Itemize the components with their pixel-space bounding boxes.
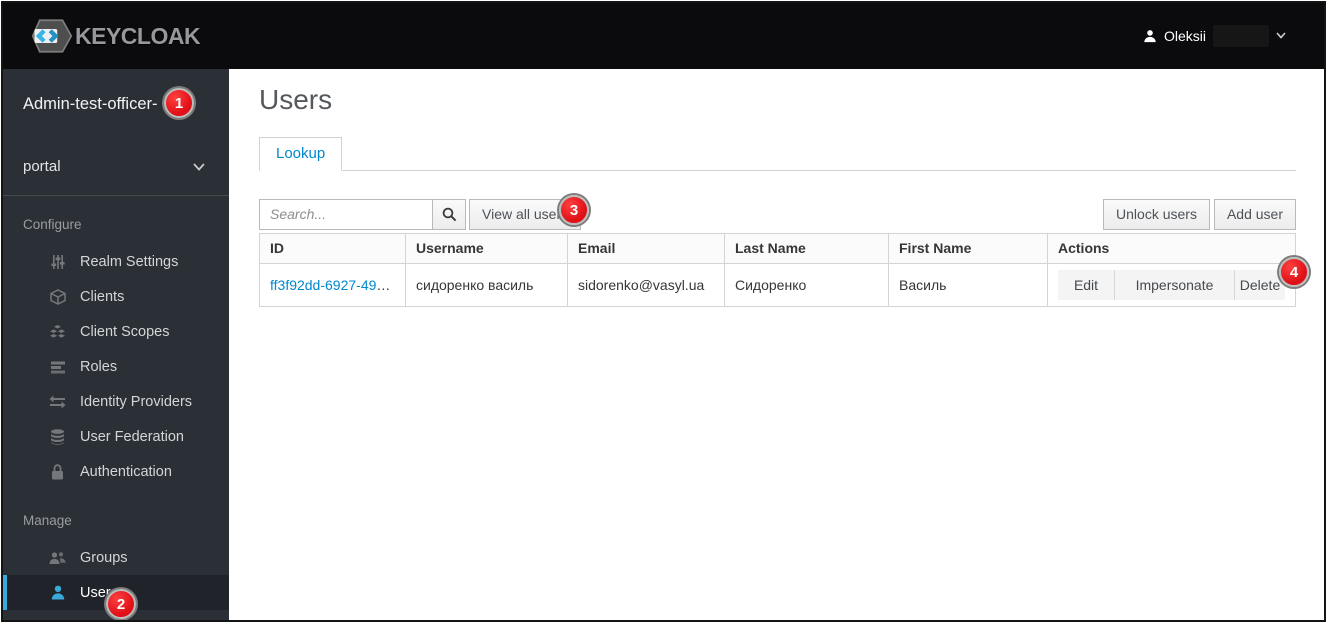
annotation-badge-1: 1 bbox=[164, 88, 194, 118]
keycloak-logo[interactable]: KEYCLOAK bbox=[31, 14, 201, 58]
sidebar-item-client-scopes[interactable]: Client Scopes bbox=[3, 314, 229, 349]
actions-cell: Edit Impersonate Delete bbox=[1047, 262, 1296, 307]
username-cell: сидоренко василь bbox=[405, 262, 568, 307]
search-icon bbox=[442, 207, 457, 222]
search-button[interactable] bbox=[432, 198, 466, 230]
exchange-arrows-icon bbox=[49, 393, 66, 410]
configure-nav: Realm Settings Clients Client Scopes Rol… bbox=[3, 244, 229, 489]
column-header-actions: Actions bbox=[1047, 232, 1296, 264]
sidebar-item-roles[interactable]: Roles bbox=[3, 349, 229, 384]
search-input[interactable] bbox=[259, 198, 433, 230]
email-cell: sidorenko@vasyl.ua bbox=[567, 262, 725, 307]
keycloak-admin-console: KEYCLOAK Oleksii Admin-test-officer- por… bbox=[1, 1, 1326, 622]
first-name-cell: Василь bbox=[888, 262, 1048, 307]
column-header-username: Username bbox=[405, 232, 568, 264]
redacted-surname bbox=[1213, 25, 1269, 47]
column-header-email: Email bbox=[567, 232, 725, 264]
annotation-badge-2: 2 bbox=[106, 589, 136, 619]
tasks-icon bbox=[49, 358, 66, 375]
cubes-icon bbox=[49, 323, 66, 340]
section-label-configure: Configure bbox=[23, 217, 82, 232]
chevron-down-icon bbox=[193, 162, 205, 171]
users-table: ID Username Email Last Name First Name A… bbox=[259, 232, 1296, 307]
user-id-cell: ff3f92dd-6927-499c... bbox=[259, 262, 406, 307]
sidebar-item-label: Client Scopes bbox=[80, 323, 170, 340]
cube-icon bbox=[49, 288, 66, 305]
annotation-badge-3: 3 bbox=[559, 195, 589, 225]
user-icon bbox=[49, 584, 66, 601]
lock-icon bbox=[49, 463, 66, 480]
sliders-icon bbox=[49, 253, 66, 270]
main-content: Users Lookup View all users Unlock us bbox=[229, 69, 1324, 620]
sidebar-item-label: User Federation bbox=[80, 428, 184, 445]
chevron-down-icon bbox=[1276, 31, 1286, 42]
table-row: ff3f92dd-6927-499c... сидоренко василь s… bbox=[259, 262, 1296, 307]
sidebar-item-groups[interactable]: Groups bbox=[3, 540, 229, 575]
sidebar-item-label: Clients bbox=[80, 288, 125, 305]
group-icon bbox=[49, 549, 66, 566]
database-icon bbox=[49, 428, 66, 445]
sidebar-item-label: Realm Settings bbox=[80, 253, 179, 270]
top-header-bar: KEYCLOAK Oleksii bbox=[3, 3, 1324, 69]
page-title: Users bbox=[259, 84, 333, 115]
tab-bar: Lookup bbox=[259, 136, 1296, 171]
column-header-last-name: Last Name bbox=[724, 232, 889, 264]
sidebar-item-user-federation[interactable]: User Federation bbox=[3, 419, 229, 454]
sidebar-item-label: Authentication bbox=[80, 463, 172, 480]
impersonate-button[interactable]: Impersonate bbox=[1114, 269, 1234, 300]
delete-button[interactable]: Delete bbox=[1234, 269, 1285, 300]
column-header-id: ID bbox=[259, 232, 406, 264]
sidebar-item-identity-providers[interactable]: Identity Providers bbox=[3, 384, 229, 419]
sidebar-item-label: Identity Providers bbox=[80, 393, 193, 410]
tab-lookup[interactable]: Lookup bbox=[259, 136, 343, 171]
edit-button[interactable]: Edit bbox=[1058, 269, 1114, 300]
user-menu[interactable]: Oleksii bbox=[1143, 25, 1286, 47]
realm-selector-dropdown[interactable]: portal bbox=[3, 158, 229, 175]
section-label-manage: Manage bbox=[23, 513, 72, 528]
realm-selector-value: portal bbox=[23, 158, 61, 175]
brand-wordmark: KEYCLOAK bbox=[75, 22, 201, 49]
sidebar-item-label: Groups bbox=[80, 549, 128, 566]
sidebar-item-realm-settings[interactable]: Realm Settings bbox=[3, 244, 229, 279]
user-icon bbox=[1143, 29, 1157, 43]
sidebar-item-label: Roles bbox=[80, 358, 118, 375]
users-toolbar: View all users Unlock users Add user bbox=[259, 198, 1296, 230]
user-name: Oleksii bbox=[1163, 28, 1206, 44]
sidebar: Admin-test-officer- portal Configure Rea… bbox=[3, 69, 229, 620]
sidebar-item-authentication[interactable]: Authentication bbox=[3, 454, 229, 489]
annotation-badge-4: 4 bbox=[1279, 257, 1309, 287]
table-header-row: ID Username Email Last Name First Name A… bbox=[259, 232, 1296, 264]
user-id-link[interactable]: ff3f92dd-6927-499c... bbox=[270, 277, 403, 293]
column-header-first-name: First Name bbox=[888, 232, 1048, 264]
realm-name: Admin-test-officer- bbox=[23, 95, 158, 113]
sidebar-item-clients[interactable]: Clients bbox=[3, 279, 229, 314]
add-user-button[interactable]: Add user bbox=[1213, 198, 1296, 230]
last-name-cell: Сидоренко bbox=[724, 262, 889, 307]
keycloak-hexagon-icon bbox=[31, 14, 73, 58]
unlock-users-button[interactable]: Unlock users bbox=[1103, 198, 1210, 230]
sidebar-divider bbox=[3, 195, 229, 196]
